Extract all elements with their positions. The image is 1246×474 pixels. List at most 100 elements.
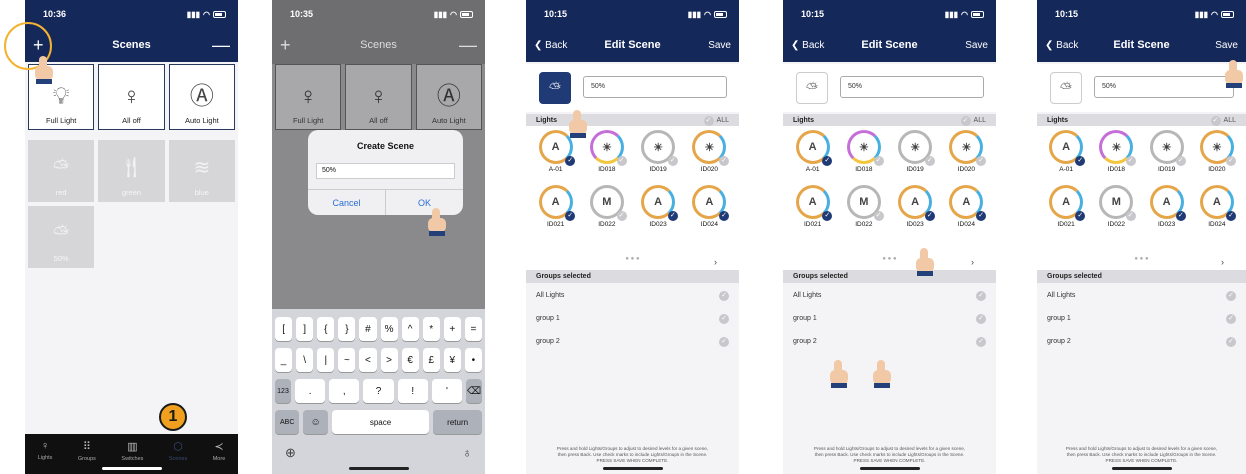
check-icon[interactable]: ✓: [873, 211, 884, 221]
light-item[interactable]: A ID021 ✓: [787, 185, 838, 240]
check-icon[interactable]: ✓: [822, 156, 833, 166]
keyboard-key[interactable]: |: [317, 348, 335, 372]
sun-cloud-icon[interactable]: ⛅︎: [796, 72, 828, 104]
check-icon[interactable]: ✓: [1226, 156, 1236, 166]
light-item[interactable]: ☀ ID018 ✓: [838, 130, 889, 185]
check-icon[interactable]: ✓: [1226, 290, 1236, 301]
check-icon[interactable]: ✓: [1175, 156, 1186, 166]
keyboard-key[interactable]: ¥: [443, 348, 461, 372]
globe-icon[interactable]: ⊕: [285, 445, 296, 461]
tab-scenes[interactable]: ⬡ Scenes: [169, 440, 187, 462]
check-icon[interactable]: ✓: [873, 156, 884, 166]
check-icon[interactable]: ✓: [924, 211, 935, 221]
keyboard-key[interactable]: >: [380, 348, 398, 372]
light-item[interactable]: A A-01 ✓: [1041, 130, 1091, 185]
group-row[interactable]: group 1 ✓: [526, 307, 739, 330]
scene-tile-red[interactable]: ⛅︎ red: [28, 140, 95, 202]
check-icon[interactable]: ✓: [822, 211, 833, 221]
scene-name-field[interactable]: 50%: [583, 76, 727, 98]
tab-more[interactable]: ≺ More: [213, 440, 226, 462]
group-row[interactable]: group 1 ✓: [1037, 307, 1246, 330]
scene-tile-50[interactable]: ⛅︎ 50%: [28, 206, 95, 268]
light-item[interactable]: A ID023 ✓: [890, 185, 941, 240]
scene-name-field[interactable]: 50%: [1094, 76, 1234, 98]
light-item[interactable]: ☀ ID020 ✓: [1192, 130, 1242, 185]
check-icon[interactable]: ✓: [976, 290, 986, 301]
scene-name-input[interactable]: 50%: [316, 163, 455, 179]
keyboard-key[interactable]: [: [275, 317, 293, 341]
cancel-button[interactable]: Cancel: [308, 190, 385, 215]
keyboard-key[interactable]: •: [464, 348, 482, 372]
check-icon[interactable]: ✓: [1075, 211, 1086, 221]
microphone-icon[interactable]: ♁: [462, 445, 472, 461]
key-apostrophe[interactable]: ': [431, 379, 463, 403]
add-scene-button[interactable]: +: [280, 36, 291, 54]
backspace-key[interactable]: ⌫: [466, 379, 483, 403]
tab-groups[interactable]: ⠿ Groups: [78, 440, 96, 462]
light-item[interactable]: ☀ ID019 ✓: [1142, 130, 1192, 185]
back-button[interactable]: ❮ Back: [1045, 40, 1078, 51]
key-abc[interactable]: ABC: [275, 410, 300, 434]
scene-tile-auto-light[interactable]: Ⓐ Auto Light: [168, 64, 235, 130]
check-icon[interactable]: ✓: [565, 156, 576, 166]
check-icon[interactable]: ✓: [1226, 211, 1236, 221]
light-item[interactable]: A ID023 ✓: [633, 185, 684, 240]
keyboard-key[interactable]: _: [275, 348, 293, 372]
check-icon[interactable]: ✓: [1125, 211, 1136, 221]
back-button[interactable]: ❮ Back: [791, 40, 824, 51]
check-icon[interactable]: ✓: [719, 313, 729, 324]
keyboard-key[interactable]: *: [422, 317, 440, 341]
check-icon[interactable]: ✓: [924, 156, 935, 166]
check-icon[interactable]: ✓: [976, 211, 986, 221]
emoji-key[interactable]: ☺: [303, 410, 328, 434]
check-icon[interactable]: ✓: [719, 156, 729, 166]
light-item[interactable]: A ID023 ✓: [1142, 185, 1192, 240]
keyboard-key[interactable]: ^: [401, 317, 419, 341]
check-icon[interactable]: ✓: [976, 336, 986, 347]
light-item[interactable]: ☀ ID020 ✓: [941, 130, 992, 185]
save-button[interactable]: Save: [965, 40, 988, 51]
group-row[interactable]: All Lights ✓: [783, 284, 996, 307]
chevron-right-icon[interactable]: ›: [1221, 257, 1224, 267]
tab-switches[interactable]: ▥ Switches: [121, 440, 143, 462]
check-icon[interactable]: ✓: [719, 336, 729, 347]
check-icon[interactable]: ✓: [667, 156, 678, 166]
group-row[interactable]: group 2 ✓: [526, 330, 739, 353]
light-item[interactable]: A ID024 ✓: [684, 185, 735, 240]
check-icon[interactable]: ✓: [616, 156, 627, 166]
light-item[interactable]: A A-01 ✓: [787, 130, 838, 185]
keyboard-key[interactable]: €: [401, 348, 419, 372]
keyboard-key[interactable]: £: [422, 348, 440, 372]
check-icon[interactable]: ✓: [616, 211, 627, 221]
check-icon[interactable]: ✓: [1075, 156, 1086, 166]
check-icon[interactable]: ✓: [565, 211, 576, 221]
group-row[interactable]: group 1 ✓: [783, 307, 996, 330]
sun-cloud-icon[interactable]: ⛅︎: [1050, 72, 1082, 104]
ok-button[interactable]: OK: [385, 190, 463, 215]
light-item[interactable]: M ID022 ✓: [838, 185, 889, 240]
check-icon[interactable]: ✓: [719, 211, 729, 221]
group-row[interactable]: group 2 ✓: [1037, 330, 1246, 353]
key-period[interactable]: .: [295, 379, 326, 403]
key-comma[interactable]: ,: [329, 379, 360, 403]
light-item[interactable]: ☀ ID018 ✓: [1091, 130, 1141, 185]
select-all-toggle[interactable]: ✓ ALL: [1210, 115, 1236, 126]
key-question[interactable]: ?: [363, 379, 394, 403]
space-key[interactable]: space: [331, 410, 430, 434]
light-item[interactable]: A ID024 ✓: [941, 185, 992, 240]
add-scene-button[interactable]: +: [33, 36, 44, 54]
check-icon[interactable]: ✓: [667, 211, 678, 221]
back-button[interactable]: ❮ Back: [534, 40, 567, 51]
scene-tile-blue[interactable]: ≋ blue: [168, 140, 235, 202]
scene-tile-green[interactable]: 🍴︎ green: [98, 140, 165, 202]
keyboard-key[interactable]: {: [317, 317, 335, 341]
sun-cloud-icon[interactable]: ⛅︎: [539, 72, 571, 104]
key-exclaim[interactable]: !: [397, 379, 428, 403]
select-all-toggle[interactable]: ✓ ALL: [960, 115, 986, 126]
scene-name-field[interactable]: 50%: [840, 76, 984, 98]
scene-tile-all-off[interactable]: ♀ All off: [98, 64, 165, 130]
keyboard-key[interactable]: %: [380, 317, 398, 341]
chevron-right-icon[interactable]: ›: [971, 257, 974, 267]
remove-scene-button[interactable]: —: [212, 36, 230, 54]
light-item[interactable]: M ID022 ✓: [1091, 185, 1141, 240]
